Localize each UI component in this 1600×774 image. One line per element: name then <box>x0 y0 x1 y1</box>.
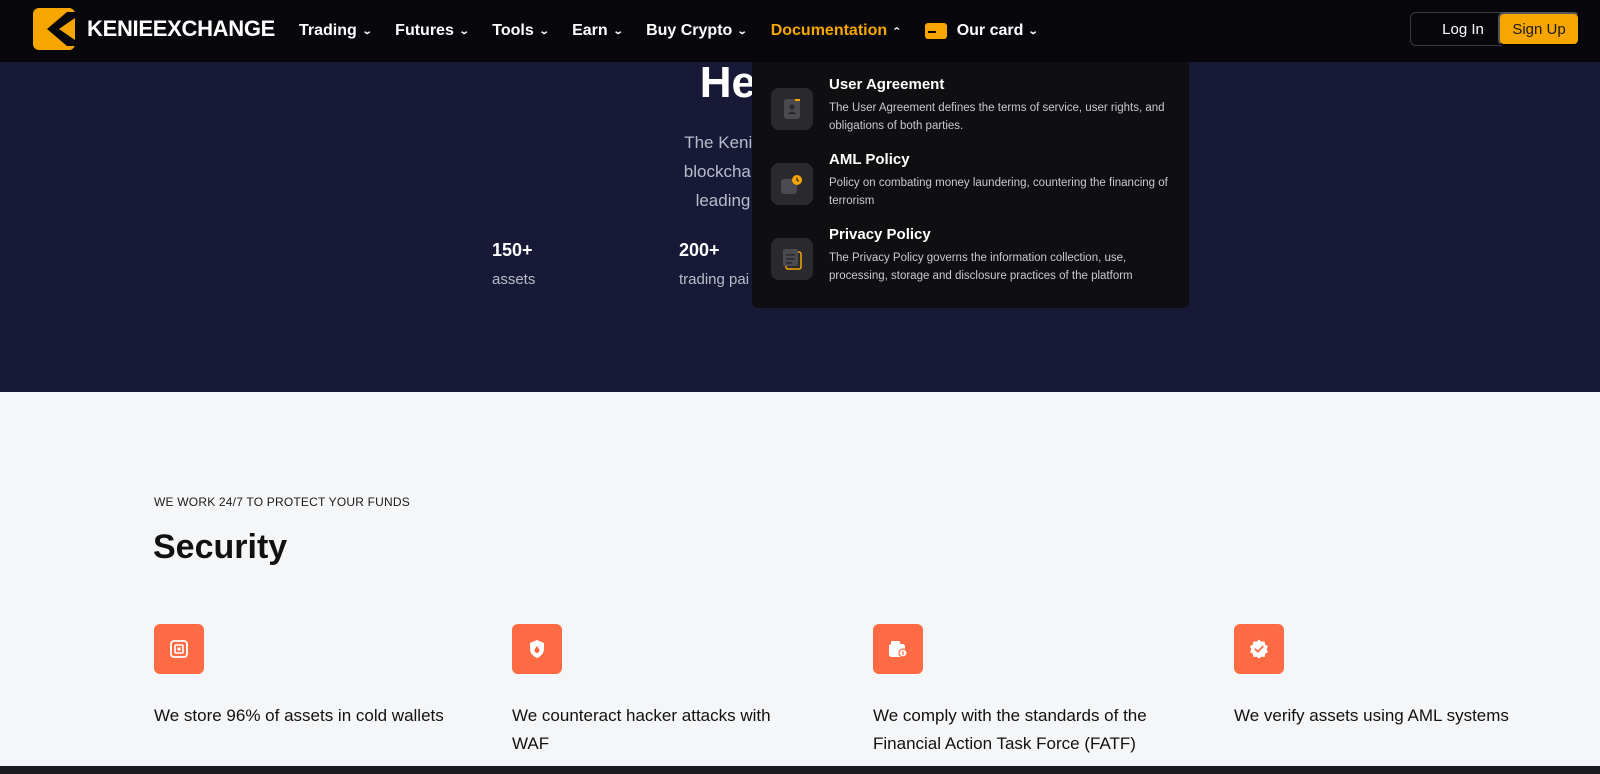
stat-label: assets <box>492 271 536 288</box>
dropdown-item-aml-policy[interactable]: AML Policy Policy on combating money lau… <box>771 151 1179 210</box>
logo[interactable]: KENIEEXCHANGE <box>33 8 275 50</box>
documentation-dropdown: User Agreement The User Agreement define… <box>752 62 1189 308</box>
nav-item-trading[interactable]: Trading ⌄ <box>299 22 373 40</box>
feature-fatf: We comply with the standards of the Fina… <box>873 624 1183 758</box>
stat-assets: 150+ assets <box>492 240 535 288</box>
logo-icon <box>33 8 75 50</box>
nav-label: Buy Crypto <box>646 22 733 39</box>
nav-label: Futures <box>395 22 454 39</box>
nav-label: Documentation <box>770 22 888 39</box>
chevron-down-icon: ⌄ <box>737 25 748 37</box>
brand-name: KENIEEXCHANGE <box>87 16 276 41</box>
dropdown-item-title: User Agreement <box>829 76 945 93</box>
chevron-up-icon: ⌃ <box>892 25 902 36</box>
chevron-down-icon: ⌄ <box>538 25 550 37</box>
feature-text: We counteract hacker attacks with WAF <box>512 706 771 753</box>
footer-edge <box>0 766 1600 774</box>
nav-label: Our card <box>956 22 1024 39</box>
stat-value: 200+ <box>679 240 720 260</box>
card-icon <box>924 23 947 39</box>
dropdown-item-description: The Privacy Policy governs the informati… <box>829 252 1133 282</box>
nav-label: Trading <box>299 22 357 39</box>
nav-item-futures[interactable]: Futures ⌄ <box>395 22 470 40</box>
verified-badge-icon <box>1234 624 1284 674</box>
cold-wallet-icon <box>154 624 204 674</box>
feature-text: We store 96% of assets in cold wallets <box>154 706 444 725</box>
nav-item-tools[interactable]: Tools ⌄ <box>492 22 550 40</box>
dropdown-item-description: The User Agreement defines the terms of … <box>829 102 1165 132</box>
signup-button[interactable]: Sign Up <box>1498 12 1580 46</box>
chevron-down-icon: ⌄ <box>458 25 470 37</box>
chevron-down-icon: ⌄ <box>612 25 624 37</box>
top-navbar: KENIEEXCHANGE Trading ⌄ Futures ⌄ Tools … <box>0 0 1600 62</box>
wallet-icon <box>873 624 923 674</box>
feature-cold-wallets: We store 96% of assets in cold wallets <box>154 624 474 730</box>
feature-waf: We counteract hacker attacks with WAF <box>512 624 812 758</box>
stat-label: trading pai <box>679 271 750 288</box>
dropdown-item-user-agreement[interactable]: User Agreement The User Agreement define… <box>771 76 1179 135</box>
aml-policy-icon <box>771 163 813 205</box>
stat-value: 150+ <box>492 240 533 260</box>
feature-text: We verify assets using AML systems <box>1234 706 1509 725</box>
nav-item-buy-crypto[interactable]: Buy Crypto ⌄ <box>646 22 748 40</box>
security-title: Security <box>153 528 288 566</box>
nav-label: Earn <box>572 22 608 39</box>
feature-text: We comply with the standards of the Fina… <box>873 706 1147 753</box>
nav-item-our-card[interactable]: Our card ⌄ <box>924 22 1040 40</box>
nav-item-earn[interactable]: Earn ⌄ <box>572 22 624 40</box>
security-kicker: WE WORK 24/7 TO PROTECT YOUR FUNDS <box>154 495 410 509</box>
dropdown-item-description: Policy on combating money laundering, co… <box>829 177 1168 207</box>
feature-aml: We verify assets using AML systems <box>1234 624 1554 730</box>
nav-item-documentation[interactable]: Documentation ⌃ <box>770 22 902 40</box>
shield-icon <box>512 624 562 674</box>
stat-trading-pairs: 200+ trading pai <box>679 240 749 288</box>
dropdown-item-title: Privacy Policy <box>829 226 931 243</box>
user-agreement-icon <box>771 88 813 130</box>
dropdown-item-title: AML Policy <box>829 151 910 168</box>
chevron-down-icon: ⌄ <box>361 25 373 37</box>
main-menu: Trading ⌄ Futures ⌄ Tools ⌄ Earn ⌄ Buy C… <box>299 0 1062 62</box>
dropdown-item-privacy-policy[interactable]: Privacy Policy The Privacy Policy govern… <box>771 226 1179 285</box>
nav-label: Tools <box>492 22 534 39</box>
privacy-policy-icon <box>771 238 813 280</box>
chevron-down-icon: ⌄ <box>1028 25 1040 37</box>
